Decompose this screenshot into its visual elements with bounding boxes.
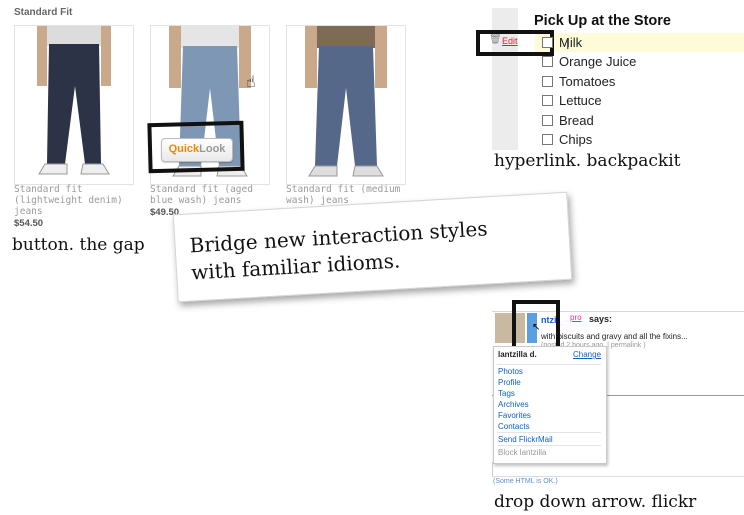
product-caption-2[interactable]: Standard fit (aged blue wash) jeans bbox=[150, 184, 280, 206]
checkbox[interactable] bbox=[542, 95, 553, 106]
product-image-1[interactable] bbox=[14, 25, 134, 185]
section-heading: Standard Fit bbox=[14, 7, 73, 18]
says-label: says: bbox=[589, 314, 613, 324]
textarea-edge bbox=[492, 462, 493, 476]
product-caption-1[interactable]: Standard fit (lightweight denim) jeans bbox=[14, 184, 144, 217]
menu-item-contacts[interactable]: Contacts bbox=[498, 422, 530, 431]
item-label: Milk bbox=[559, 35, 583, 50]
menu-item-favorites[interactable]: Favorites bbox=[498, 411, 531, 420]
item-label: Tomatoes bbox=[559, 74, 616, 89]
text-cursor-icon: I bbox=[566, 38, 570, 52]
menu-divider bbox=[497, 364, 601, 365]
menu-divider bbox=[497, 445, 601, 446]
checkbox[interactable] bbox=[542, 76, 553, 87]
checkbox[interactable] bbox=[542, 115, 553, 126]
menu-username: lantzilla bbox=[498, 350, 528, 359]
sticky-note: Bridge new interaction styles with famil… bbox=[172, 191, 573, 303]
menu-item-profile[interactable]: Profile bbox=[498, 378, 521, 387]
checkbox[interactable] bbox=[542, 56, 553, 67]
menu-header-suffix: d. bbox=[529, 350, 537, 359]
list-item[interactable]: Milk bbox=[542, 33, 582, 52]
quicklook-label-quick: Quick bbox=[168, 143, 200, 155]
menu-item-send-flickrmail[interactable]: Send FlickrMail bbox=[498, 435, 553, 444]
product-price-1: $54.50 bbox=[14, 218, 44, 229]
menu-item-tags[interactable]: Tags bbox=[498, 389, 515, 398]
hand-cursor-icon: ☝ bbox=[246, 72, 256, 91]
product-image-3[interactable] bbox=[286, 25, 406, 185]
menu-divider bbox=[497, 432, 601, 433]
item-label: Bread bbox=[559, 113, 594, 128]
list-item[interactable]: Lettuce bbox=[542, 91, 602, 110]
checkbox[interactable] bbox=[542, 37, 553, 48]
quicklook-button[interactable]: QuickLook bbox=[161, 138, 233, 162]
quicklook-label-look: Look bbox=[199, 143, 226, 155]
comment-text: with biscuits and gravy and all the fixi… bbox=[541, 332, 688, 341]
jeans-model-image bbox=[15, 26, 133, 184]
menu-item-photos[interactable]: Photos bbox=[498, 367, 523, 376]
menu-header: lantzilla d. bbox=[498, 350, 537, 359]
caption-flickr: drop down arrow. flickr bbox=[494, 492, 697, 512]
caption-backpackit: hyperlink. backpackit bbox=[494, 151, 681, 171]
item-label: Orange Juice bbox=[559, 54, 637, 69]
checkbox[interactable] bbox=[542, 134, 553, 145]
list-item[interactable]: Orange Juice bbox=[542, 52, 636, 71]
pointer-cursor-icon: ↖ bbox=[532, 322, 541, 333]
html-note: (Some HTML is OK.) bbox=[493, 478, 558, 485]
menu-item-archives[interactable]: Archives bbox=[498, 400, 529, 409]
list-item[interactable]: Tomatoes bbox=[542, 72, 615, 91]
list-item[interactable]: Bread bbox=[542, 111, 594, 130]
list-item[interactable]: Chips bbox=[542, 130, 592, 149]
caption-gap: button. the gap bbox=[12, 235, 145, 255]
pro-badge[interactable]: pro bbox=[570, 313, 582, 322]
menu-item-block[interactable]: Block lantzilla bbox=[498, 448, 546, 457]
buddy-dropdown-menu: lantzilla d. Change Photos Profile Tags … bbox=[493, 346, 607, 464]
item-label: Lettuce bbox=[559, 93, 602, 108]
change-link[interactable]: Change bbox=[573, 350, 601, 359]
item-label: Chips bbox=[559, 132, 593, 147]
jeans-model-image bbox=[287, 26, 405, 184]
textarea-bottom bbox=[492, 476, 744, 477]
list-title: Pick Up at the Store bbox=[534, 13, 671, 29]
